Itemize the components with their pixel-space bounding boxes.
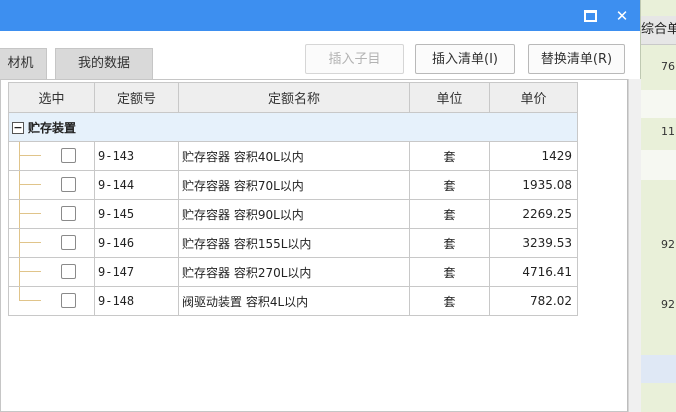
price-cell: 782.02	[489, 286, 578, 316]
right-pane-header: 综合单	[641, 16, 676, 45]
table-row[interactable]: 9-148 阀驱动装置 容积4L以内 套 782.02	[8, 286, 578, 316]
close-icon: ✕	[615, 6, 629, 25]
quota-table: 选中 定额号 定额名称 单位 单价 − 贮存装置 9-143 贮存容器 容积40L…	[8, 82, 578, 316]
column-header-name[interactable]: 定额名称	[178, 82, 410, 113]
select-cell	[8, 228, 95, 258]
code-cell: 9-148	[94, 286, 179, 316]
code-cell: 9-143	[94, 141, 179, 171]
right-pane-band	[641, 90, 676, 118]
select-cell	[8, 286, 95, 316]
select-cell	[8, 170, 95, 200]
group-label: 贮存装置	[28, 120, 77, 135]
code-cell: 9-145	[94, 199, 179, 229]
group-row[interactable]: − 贮存装置	[8, 112, 578, 142]
close-button[interactable]: ✕	[610, 0, 634, 31]
vertical-scrollbar[interactable]	[628, 79, 641, 412]
background-grid-pane: 综合单 76 11 92 92	[640, 0, 676, 412]
insert-child-button[interactable]: 插入子目	[305, 44, 404, 74]
row-checkbox[interactable]	[61, 235, 76, 250]
maximize-icon	[583, 9, 597, 22]
column-header-unit[interactable]: 单位	[409, 82, 490, 113]
table-row[interactable]: 9-145 贮存容器 容积90L以内 套 2269.25	[8, 199, 578, 229]
column-header-price[interactable]: 单价	[489, 82, 578, 113]
select-cell	[8, 257, 95, 287]
right-pane-value: 11	[661, 125, 675, 138]
unit-cell: 套	[409, 199, 490, 229]
name-cell: 阀驱动装置 容积4L以内	[178, 286, 410, 316]
right-pane-value: 92	[661, 298, 675, 311]
row-checkbox[interactable]	[61, 293, 76, 308]
column-header-select[interactable]: 选中	[8, 82, 95, 113]
code-cell: 9-144	[94, 170, 179, 200]
column-header-code[interactable]: 定额号	[94, 82, 179, 113]
row-checkbox[interactable]	[61, 148, 76, 163]
unit-cell: 套	[409, 141, 490, 171]
table-row[interactable]: 9-144 贮存容器 容积70L以内 套 1935.08	[8, 170, 578, 200]
select-cell	[8, 141, 95, 171]
table-row[interactable]: 9-146 贮存容器 容积155L以内 套 3239.53	[8, 228, 578, 258]
unit-cell: 套	[409, 257, 490, 287]
name-cell: 贮存容器 容积155L以内	[178, 228, 410, 258]
row-checkbox[interactable]	[61, 206, 76, 221]
price-cell: 1935.08	[489, 170, 578, 200]
tab-my-data[interactable]: 我的数据	[55, 48, 153, 79]
code-cell: 9-146	[94, 228, 179, 258]
name-cell: 贮存容器 容积90L以内	[178, 199, 410, 229]
price-cell: 4716.41	[489, 257, 578, 287]
right-pane-band	[641, 150, 676, 180]
row-checkbox[interactable]	[61, 177, 76, 192]
name-cell: 贮存容器 容积40L以内	[178, 141, 410, 171]
table-row[interactable]: 9-147 贮存容器 容积270L以内 套 4716.41	[8, 257, 578, 287]
unit-cell: 套	[409, 170, 490, 200]
unit-cell: 套	[409, 228, 490, 258]
row-checkbox[interactable]	[61, 264, 76, 279]
price-cell: 1429	[489, 141, 578, 171]
name-cell: 贮存容器 容积270L以内	[178, 257, 410, 287]
right-pane-value: 76	[661, 60, 675, 73]
unit-cell: 套	[409, 286, 490, 316]
table-row[interactable]: 9-143 贮存容器 容积40L以内 套 1429	[8, 141, 578, 171]
maximize-button[interactable]	[578, 0, 602, 31]
table-header-row: 选中 定额号 定额名称 单位 单价	[8, 82, 578, 113]
price-cell: 2269.25	[489, 199, 578, 229]
select-cell	[8, 199, 95, 229]
replace-list-button[interactable]: 替换清单(R)	[528, 44, 625, 74]
insert-list-button[interactable]: 插入清单(I)	[415, 44, 515, 74]
price-cell: 3239.53	[489, 228, 578, 258]
name-cell: 贮存容器 容积70L以内	[178, 170, 410, 200]
tab-materials[interactable]: 材机	[0, 48, 47, 79]
right-pane-value: 92	[661, 238, 675, 251]
collapse-icon[interactable]: −	[12, 122, 24, 134]
right-pane-band	[641, 355, 676, 383]
dialog-titlebar	[0, 0, 640, 31]
code-cell: 9-147	[94, 257, 179, 287]
